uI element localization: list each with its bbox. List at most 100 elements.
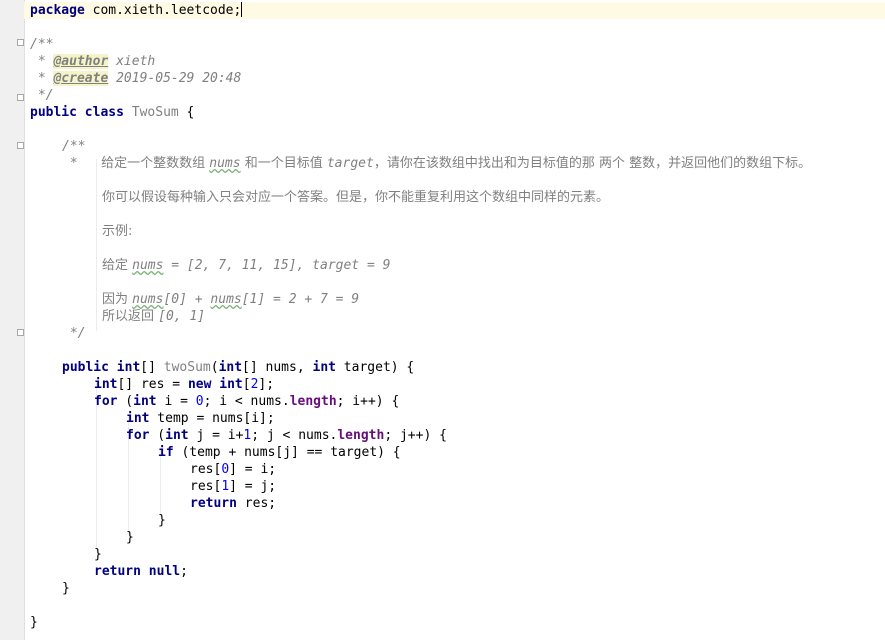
code-line-doc1-open[interactable]: /** <box>30 36 53 53</box>
code-text: res[ <box>190 479 222 494</box>
code-text: ]; <box>258 377 275 392</box>
code-line-return-null[interactable]: return null; <box>94 563 188 580</box>
doc-code: [0, 1] <box>158 309 206 324</box>
number-literal: 0 <box>221 462 230 477</box>
code-text: j = i+ <box>188 428 244 443</box>
brace: } <box>158 513 166 528</box>
code-line-doc2-close[interactable]: */ <box>62 325 86 342</box>
doc-comment: * <box>62 156 102 171</box>
doc-code: target <box>326 156 374 171</box>
doc-tag-create: @create <box>53 71 109 86</box>
code-line-doc1-close[interactable]: */ <box>30 87 54 104</box>
doc-comment: /** <box>30 37 54 52</box>
code-line-res0[interactable]: res[0] = i; <box>190 461 276 478</box>
doc-comment: 2019-05-29 20:48 <box>108 71 242 86</box>
code-line-if[interactable]: if (temp + nums[j] == target) { <box>158 444 401 461</box>
brace: { <box>178 105 195 120</box>
keyword: int <box>312 360 336 375</box>
doc-text: 给定一个整数数组 <box>101 156 210 171</box>
brace: } <box>30 615 38 630</box>
code-line-desc1[interactable]: * 给定一个整数数组 nums 和一个目标值 target，请你在该数组中找出和… <box>62 155 811 172</box>
code-line-res[interactable]: int[] res = new int[2]; <box>94 376 274 393</box>
doc-text: 示例: <box>102 224 133 239</box>
fold-marker-doc1[interactable] <box>17 39 24 46</box>
method-name: twoSum <box>163 360 211 375</box>
code-line-class[interactable]: public class TwoSum { <box>30 104 194 121</box>
code-text: temp = nums[i]; <box>149 411 275 426</box>
code-text: res[ <box>190 462 222 477</box>
code-text: i = <box>156 394 196 409</box>
code-line-brace-for-j[interactable]: } <box>126 529 134 546</box>
code-line-desc2[interactable]: 你可以假设每种输入只会对应一个答案。但是，你不能重复利用这个数组中同样的元素。 <box>102 189 609 206</box>
keyword: int <box>165 428 189 443</box>
fold-marker-doc1-end[interactable] <box>17 94 24 101</box>
doc-text: 因为 <box>102 292 133 307</box>
class-name: TwoSum <box>131 105 179 120</box>
keyword: null <box>148 564 181 579</box>
fold-marker-doc2-end[interactable] <box>17 329 24 336</box>
code-text: ; j < nums. <box>251 428 338 443</box>
code-text: ( <box>210 360 219 375</box>
doc-text: 和一个目标值 <box>240 156 327 171</box>
code-line-brace-class[interactable]: } <box>30 614 38 631</box>
code-line-return-desc[interactable]: 所以返回 [0, 1] <box>102 308 205 325</box>
keyword: int <box>94 377 118 392</box>
code-line-because[interactable]: 因为 nums[0] + nums[1] = 2 + 7 = 9 <box>102 291 359 308</box>
number-literal: 0 <box>195 394 204 409</box>
code-line-example[interactable]: 示例: <box>102 223 132 240</box>
doc-code: nums <box>209 156 241 171</box>
field-name: length <box>289 394 337 409</box>
doc-comment: /** <box>62 139 86 154</box>
code-line-create[interactable]: * @create 2019-05-29 20:48 <box>30 70 241 87</box>
keyword: int <box>219 377 243 392</box>
code-line-given[interactable]: 给定 nums = [2, 7, 11, 15], target = 9 <box>102 257 390 274</box>
keyword: if <box>158 445 174 460</box>
code-line-doc2-open[interactable]: /** <box>62 138 85 155</box>
code-line-for-i[interactable]: for (int i = 0; i < nums.length; i++) { <box>94 393 399 410</box>
code-line-method[interactable]: public int[] twoSum(int[] nums, int targ… <box>62 359 414 376</box>
fold-marker-doc2[interactable] <box>17 142 24 149</box>
code-line-return-res[interactable]: return res; <box>190 495 276 512</box>
code-text: ] = i; <box>229 462 277 477</box>
code-text: ; <box>180 564 188 579</box>
keyword: public <box>30 105 77 120</box>
doc-code: nums <box>132 258 164 273</box>
keyword: new <box>187 377 212 392</box>
doc-comment: */ <box>62 326 86 341</box>
code-text: [] res = <box>117 377 188 392</box>
brace: } <box>126 530 134 545</box>
code-text: ; i++) { <box>336 394 400 409</box>
doc-code: [1] = 2 + 7 = 9 <box>241 292 360 307</box>
keyword: int <box>218 360 243 375</box>
code-line-for-j[interactable]: for (int j = i+1; j < nums.length; j++) … <box>126 427 447 444</box>
package-name: com.xieth.leetcode; <box>84 3 242 18</box>
keyword: class <box>84 105 124 120</box>
code-line-brace-method[interactable]: } <box>62 580 70 597</box>
code-line-brace-if[interactable]: } <box>158 512 166 529</box>
code-line-res1[interactable]: res[1] = j; <box>190 478 276 495</box>
text-caret <box>241 2 243 17</box>
keyword: int <box>116 360 141 375</box>
code-line-brace-for-i[interactable]: } <box>94 546 102 563</box>
code-text: ( <box>117 394 134 409</box>
code-text: [ <box>242 377 251 392</box>
keyword: for <box>126 428 150 443</box>
code-line-author[interactable]: * @author xieth <box>30 53 155 70</box>
code-text: ; i < nums. <box>203 394 290 409</box>
doc-code: nums <box>132 292 164 307</box>
doc-text: 你可以假设每种输入只会对应一个答案。但是，你不能重复利用这个数组中同样的元素。 <box>102 190 610 205</box>
code-line-temp[interactable]: int temp = nums[i]; <box>126 410 275 427</box>
field-name: length <box>337 428 385 443</box>
doc-text: 所以返回 <box>102 309 159 324</box>
doc-comment: xieth <box>108 54 156 69</box>
code-text: (temp + nums[j] == target) { <box>173 445 401 460</box>
keyword: int <box>133 394 157 409</box>
code-text: [] <box>140 360 164 375</box>
keyword: package <box>30 3 85 18</box>
doc-code: nums <box>210 292 242 307</box>
code-line-package[interactable]: package com.xieth.leetcode; <box>24 2 885 19</box>
code-editor[interactable]: package com.xieth.leetcode; /** * @autho… <box>0 0 885 640</box>
doc-comment: * <box>30 54 54 69</box>
code-text: [] nums, <box>242 360 313 375</box>
